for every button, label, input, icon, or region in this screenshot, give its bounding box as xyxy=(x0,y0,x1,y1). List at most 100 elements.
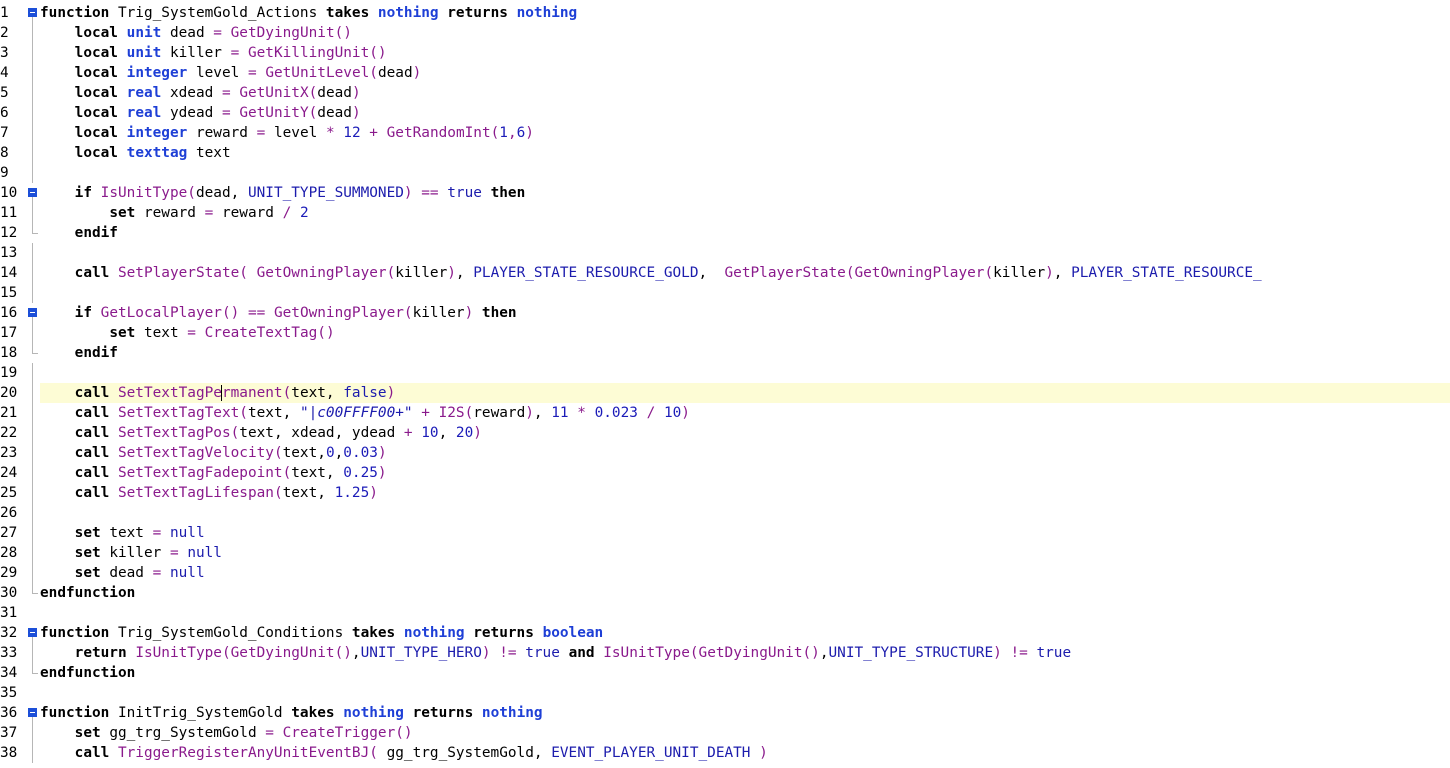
code-line[interactable]: 10 if IsUnitType(dead, UNIT_TYPE_SUMMONE… xyxy=(0,183,1450,203)
code-text[interactable]: set killer = null xyxy=(40,543,1450,563)
code-text[interactable]: set gg_trg_SystemGold = CreateTrigger() xyxy=(40,723,1450,743)
code-line[interactable]: 38 call TriggerRegisterAnyUnitEventBJ( g… xyxy=(0,743,1450,763)
code-line[interactable]: 19 xyxy=(0,363,1450,383)
collapse-icon[interactable] xyxy=(28,308,37,317)
code-line[interactable]: 12 endif xyxy=(0,223,1450,243)
code-text[interactable]: if GetLocalPlayer() == GetOwningPlayer(k… xyxy=(40,303,1450,323)
code-text[interactable]: call SetTextTagText(text, "|c00FFFF00+" … xyxy=(40,403,1450,423)
code-text[interactable]: if IsUnitType(dead, UNIT_TYPE_SUMMONED) … xyxy=(40,183,1450,203)
code-line[interactable]: 24 call SetTextTagFadepoint(text, 0.25) xyxy=(0,463,1450,483)
fold-toggle-icon[interactable] xyxy=(26,303,39,323)
code-text[interactable]: function Trig_SystemGold_Conditions take… xyxy=(40,623,1450,643)
code-token: UNIT_TYPE_HERO xyxy=(360,645,482,661)
code-line[interactable]: 5 local real xdead = GetUnitX(dead) xyxy=(0,83,1450,103)
code-text[interactable]: return IsUnitType(GetDyingUnit(),UNIT_TY… xyxy=(40,643,1450,663)
code-line[interactable]: 37 set gg_trg_SystemGold = CreateTrigger… xyxy=(0,723,1450,743)
code-line[interactable]: 28 set killer = null xyxy=(0,543,1450,563)
code-text[interactable]: local integer reward = level * 12 + GetR… xyxy=(40,123,1450,143)
code-line[interactable]: 35 xyxy=(0,683,1450,703)
code-line[interactable]: 17 set text = CreateTextTag() xyxy=(0,323,1450,343)
fold-toggle-icon[interactable] xyxy=(26,183,39,203)
code-line[interactable]: 6 local real ydead = GetUnitY(dead) xyxy=(0,103,1450,123)
code-line[interactable]: 36 function InitTrig_SystemGold takes not… xyxy=(0,703,1450,723)
code-text[interactable]: call SetTextTagLifespan(text, 1.25) xyxy=(40,483,1450,503)
code-line[interactable]: 27 set text = null xyxy=(0,523,1450,543)
code-text[interactable]: call SetTextTagPos(text, xdead, ydead + … xyxy=(40,423,1450,443)
code-text[interactable]: endif xyxy=(40,343,1450,363)
code-line[interactable]: 20 call SetTextTagPermanent(text, false) xyxy=(0,383,1450,403)
collapse-icon[interactable] xyxy=(28,8,37,17)
fold-margin xyxy=(26,463,39,483)
code-line[interactable]: 15 xyxy=(0,283,1450,303)
code-token: 1 xyxy=(499,125,508,141)
code-text[interactable]: call SetTextTagVelocity(text,0,0.03) xyxy=(40,443,1450,463)
code-text[interactable]: set text = CreateTextTag() xyxy=(40,323,1450,343)
code-text[interactable] xyxy=(40,603,1450,623)
code-line[interactable]: 9 xyxy=(0,163,1450,183)
code-token: dead, xyxy=(195,185,248,201)
code-text[interactable]: local unit dead = GetDyingUnit() xyxy=(40,23,1450,43)
code-text[interactable]: set dead = null xyxy=(40,563,1450,583)
line-number: 13 xyxy=(0,243,24,263)
code-token: , xyxy=(698,265,725,281)
collapse-icon[interactable] xyxy=(28,628,37,637)
code-text[interactable] xyxy=(40,283,1450,303)
code-text[interactable]: local texttag text xyxy=(40,143,1450,163)
code-text[interactable] xyxy=(40,683,1450,703)
code-line[interactable]: 21 call SetTextTagText(text, "|c00FFFF00… xyxy=(0,403,1450,423)
code-line[interactable]: 33 return IsUnitType(GetDyingUnit(),UNIT… xyxy=(0,643,1450,663)
code-text[interactable]: call SetTextTagFadepoint(text, 0.25) xyxy=(40,463,1450,483)
code-line[interactable]: 32 function Trig_SystemGold_Conditions ta… xyxy=(0,623,1450,643)
code-text[interactable]: local integer level = GetUnitLevel(dead) xyxy=(40,63,1450,83)
collapse-icon[interactable] xyxy=(28,708,37,717)
fold-toggle-icon[interactable] xyxy=(26,623,39,643)
code-text[interactable]: endfunction xyxy=(40,663,1450,683)
code-token: takes xyxy=(291,705,335,721)
code-text[interactable]: call TriggerRegisterAnyUnitEventBJ( gg_t… xyxy=(40,743,1450,763)
code-line[interactable]: 16 if GetLocalPlayer() == GetOwningPlaye… xyxy=(0,303,1450,323)
code-line[interactable]: 30 endfunction xyxy=(0,583,1450,603)
code-text[interactable] xyxy=(40,243,1450,263)
code-text[interactable]: set text = null xyxy=(40,523,1450,543)
code-editor[interactable]: 1 function Trig_SystemGold_Actions takes … xyxy=(0,0,1450,768)
code-line[interactable]: 1 function Trig_SystemGold_Actions takes … xyxy=(0,3,1450,23)
code-line[interactable]: 3 local unit killer = GetKillingUnit() xyxy=(0,43,1450,63)
fold-toggle-icon[interactable] xyxy=(26,3,39,23)
code-line[interactable]: 18 endif xyxy=(0,343,1450,363)
code-text[interactable]: endif xyxy=(40,223,1450,243)
code-text[interactable] xyxy=(40,503,1450,523)
code-line[interactable]: 31 xyxy=(0,603,1450,623)
code-line[interactable]: 23 call SetTextTagVelocity(text,0,0.03) xyxy=(0,443,1450,463)
code-line[interactable]: 25 call SetTextTagLifespan(text, 1.25) xyxy=(0,483,1450,503)
code-text[interactable] xyxy=(40,363,1450,383)
code-text[interactable]: local unit killer = GetKillingUnit() xyxy=(40,43,1450,63)
code-line[interactable]: 7 local integer reward = level * 12 + Ge… xyxy=(0,123,1450,143)
code-text[interactable]: call SetPlayerState( GetOwningPlayer(kil… xyxy=(40,263,1450,283)
collapse-icon[interactable] xyxy=(28,188,37,197)
code-line[interactable]: 13 xyxy=(0,243,1450,263)
code-line[interactable]: 22 call SetTextTagPos(text, xdead, ydead… xyxy=(0,423,1450,443)
code-line[interactable]: 8 local texttag text xyxy=(0,143,1450,163)
code-text[interactable]: set reward = reward / 2 xyxy=(40,203,1450,223)
code-text[interactable]: function InitTrig_SystemGold takes nothi… xyxy=(40,703,1450,723)
code-line[interactable]: 29 set dead = null xyxy=(0,563,1450,583)
code-line[interactable]: 26 xyxy=(0,503,1450,523)
code-line[interactable]: 2 local unit dead = GetDyingUnit() xyxy=(0,23,1450,43)
code-line[interactable]: 11 set reward = reward / 2 xyxy=(0,203,1450,223)
code-text[interactable]: local real xdead = GetUnitX(dead) xyxy=(40,83,1450,103)
code-token: , xyxy=(819,645,829,661)
code-token: = xyxy=(204,205,214,221)
code-line[interactable]: 34 endfunction xyxy=(0,663,1450,683)
code-text[interactable]: function Trig_SystemGold_Actions takes n… xyxy=(40,3,1450,23)
code-text[interactable]: local real ydead = GetUnitY(dead) xyxy=(40,103,1450,123)
fold-toggle-icon[interactable] xyxy=(26,703,39,723)
code-line[interactable]: 14 call SetPlayerState( GetOwningPlayer(… xyxy=(0,263,1450,283)
code-text[interactable]: call SetTextTagPermanent(text, false) xyxy=(40,383,1450,403)
code-text[interactable]: endfunction xyxy=(40,583,1450,603)
code-text[interactable] xyxy=(40,163,1450,183)
code-line[interactable]: 4 local integer level = GetUnitLevel(dea… xyxy=(0,63,1450,83)
